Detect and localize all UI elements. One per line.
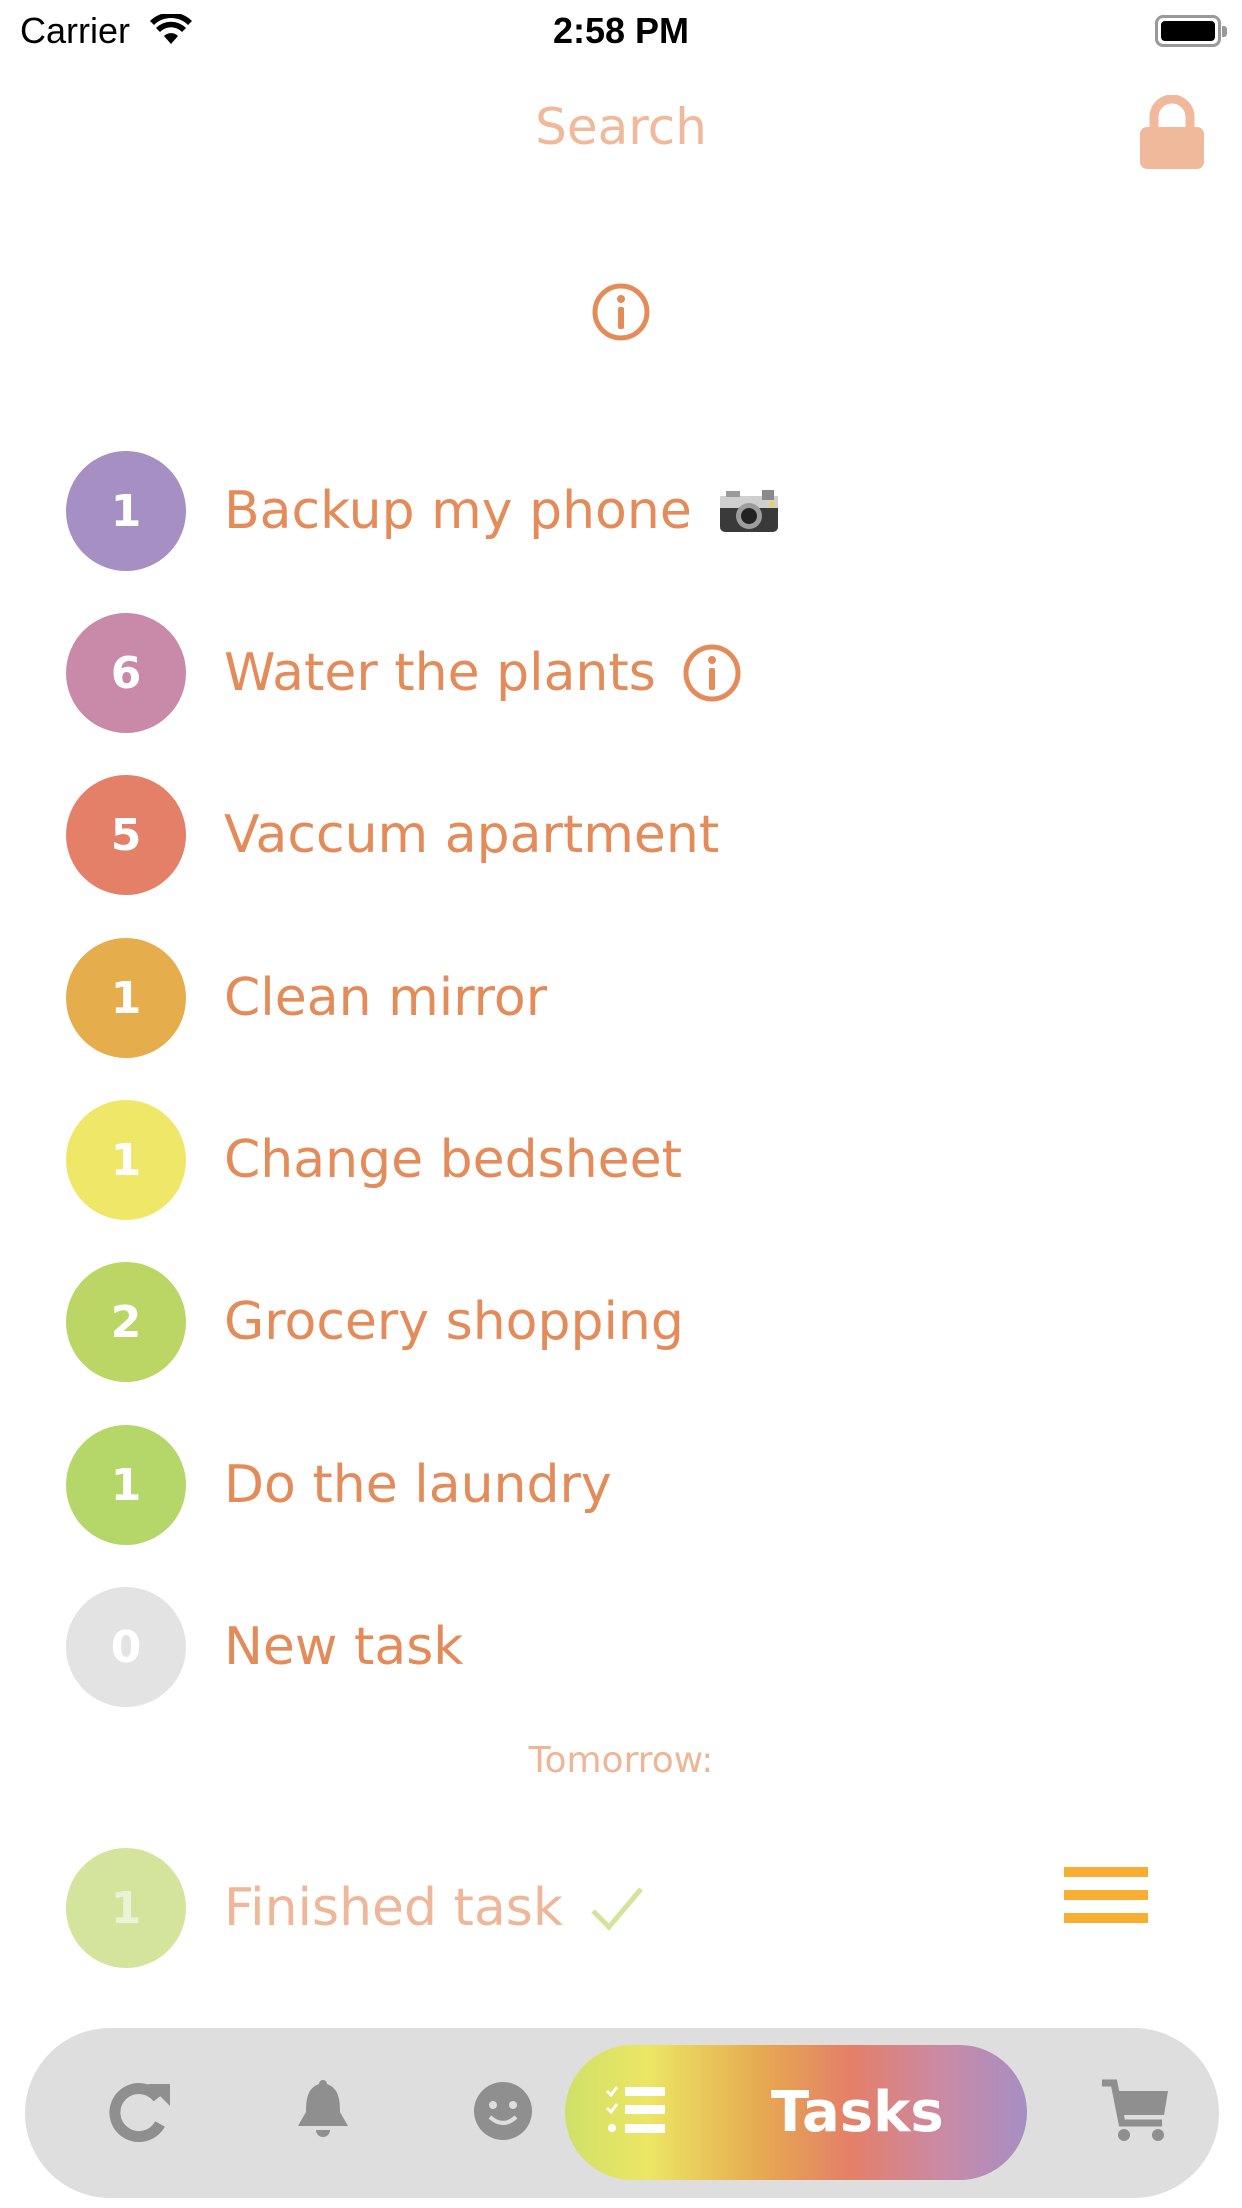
task-count-badge[interactable]: 1: [66, 1100, 186, 1220]
task-title: Backup my phone: [224, 481, 692, 541]
task-title: Do the laundry: [224, 1455, 612, 1515]
task-title: New task: [224, 1617, 464, 1677]
task-title: Water the plants: [224, 643, 656, 703]
task-title: Clean mirror: [224, 968, 548, 1028]
task-count-badge[interactable]: 1: [66, 1425, 186, 1545]
task-title: Grocery shopping: [224, 1292, 684, 1352]
tab-notifications[interactable]: [268, 2028, 378, 2198]
section-header-tomorrow: Tomorrow:: [528, 1740, 714, 1781]
camera-icon: [718, 488, 780, 534]
task-count-badge[interactable]: 1: [66, 451, 186, 571]
search-button[interactable]: Search: [0, 98, 1242, 156]
task-count-badge[interactable]: 5: [66, 775, 186, 895]
task-row[interactable]: 1 Do the laundry: [0, 1420, 1242, 1550]
task-row[interactable]: 2 Grocery shopping: [0, 1257, 1242, 1387]
task-title: Change bedsheet: [224, 1130, 683, 1190]
battery-icon: [1155, 15, 1227, 47]
clock: 2:58 PM: [552, 10, 690, 51]
task-count-badge[interactable]: 0: [66, 1587, 186, 1707]
refresh-icon: [108, 2078, 172, 2148]
task-count-badge[interactable]: 1: [66, 1848, 186, 1968]
finished-task-row[interactable]: 1 Finished task: [0, 1843, 1242, 1973]
tab-tasks[interactable]: Tasks: [565, 2045, 1027, 2180]
task-count-badge[interactable]: 1: [66, 938, 186, 1058]
checkmark-icon: [589, 1885, 645, 1931]
task-title: Vaccum apartment: [224, 805, 720, 865]
tab-refresh[interactable]: [85, 2028, 195, 2198]
task-row[interactable]: 5 Vaccum apartment: [0, 770, 1242, 900]
task-row[interactable]: 0 New task: [0, 1582, 1242, 1712]
task-count-badge[interactable]: 6: [66, 613, 186, 733]
task-row[interactable]: 6 Water the plants: [0, 608, 1242, 738]
task-count-badge[interactable]: 2: [66, 1262, 186, 1382]
status-bar: Carrier 2:58 PM: [0, 0, 1242, 62]
tab-bar: Tasks: [25, 2028, 1219, 2198]
bell-icon: [294, 2078, 352, 2148]
task-row[interactable]: 1 Clean mirror: [0, 933, 1242, 1063]
checklist-icon: [605, 2085, 667, 2140]
info-icon[interactable]: [591, 282, 651, 346]
tab-mood[interactable]: [448, 2028, 558, 2198]
smiley-icon: [473, 2081, 533, 2145]
task-row[interactable]: 1 Backup my phone: [0, 446, 1242, 576]
lock-icon[interactable]: [1138, 94, 1206, 173]
menu-hamburger-icon[interactable]: [1064, 1867, 1148, 1923]
cart-icon: [1100, 2079, 1170, 2147]
info-icon[interactable]: [682, 643, 742, 703]
task-row[interactable]: 1 Change bedsheet: [0, 1095, 1242, 1225]
tab-shopping[interactable]: [1080, 2028, 1190, 2198]
tab-tasks-label: Tasks: [771, 2080, 944, 2145]
task-title: Finished task: [224, 1878, 564, 1938]
